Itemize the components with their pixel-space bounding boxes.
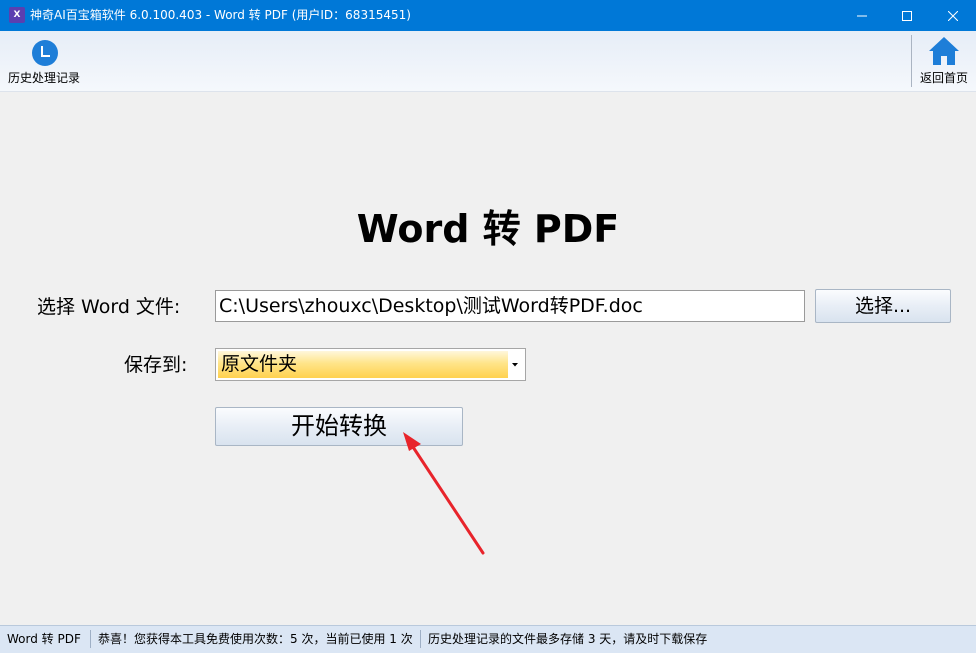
history-label: 历史处理记录 xyxy=(7,71,80,85)
window-title: 神奇AI百宝箱软件 6.0.100.403 - Word 转 PDF (用户ID… xyxy=(30,8,411,22)
minimize-button[interactable] xyxy=(839,0,885,31)
app-logo-icon: X xyxy=(9,7,25,23)
title-bar: X 神奇AI百宝箱软件 6.0.100.403 - Word 转 PDF (用户… xyxy=(0,0,976,31)
browse-button[interactable]: 选择... xyxy=(815,289,951,323)
save-location-select[interactable]: 原文件夹 xyxy=(215,348,526,381)
maximize-button[interactable] xyxy=(884,0,930,31)
chevron-down-icon[interactable] xyxy=(508,351,522,378)
clock-icon xyxy=(32,40,58,66)
status-tool-name: Word 转 PDF xyxy=(7,632,81,646)
save-label: 保存到: xyxy=(124,354,188,376)
toolbar-divider xyxy=(911,35,912,87)
status-storage-notice: 历史处理记录的文件最多存储 3 天，请及时下载保存 xyxy=(428,632,708,646)
history-button[interactable]: 历史处理记录 xyxy=(4,31,84,91)
home-label: 返回首页 xyxy=(919,71,968,85)
start-convert-button[interactable]: 开始转换 xyxy=(215,407,463,446)
toolbar: 历史处理记录 返回首页 xyxy=(0,31,976,92)
annotation-arrow-icon xyxy=(403,432,485,555)
home-icon xyxy=(929,37,959,65)
status-usage-info: 恭喜！您获得本工具免费使用次数：5 次，当前已使用 1 次 xyxy=(98,632,413,646)
page-title: Word 转 PDF xyxy=(356,207,620,251)
close-icon xyxy=(948,10,958,21)
file-path-input[interactable]: C:\Users\zhouxc\Desktop\测试Word转PDF.doc xyxy=(215,290,805,322)
home-button[interactable]: 返回首页 xyxy=(914,31,974,91)
file-label: 选择 Word 文件: xyxy=(37,296,181,318)
save-location-value: 原文件夹 xyxy=(218,351,508,378)
status-bar: Word 转 PDF 恭喜！您获得本工具免费使用次数：5 次，当前已使用 1 次… xyxy=(0,625,976,653)
close-button[interactable] xyxy=(930,0,976,31)
maximize-icon xyxy=(902,10,912,21)
minimize-icon xyxy=(857,15,867,16)
